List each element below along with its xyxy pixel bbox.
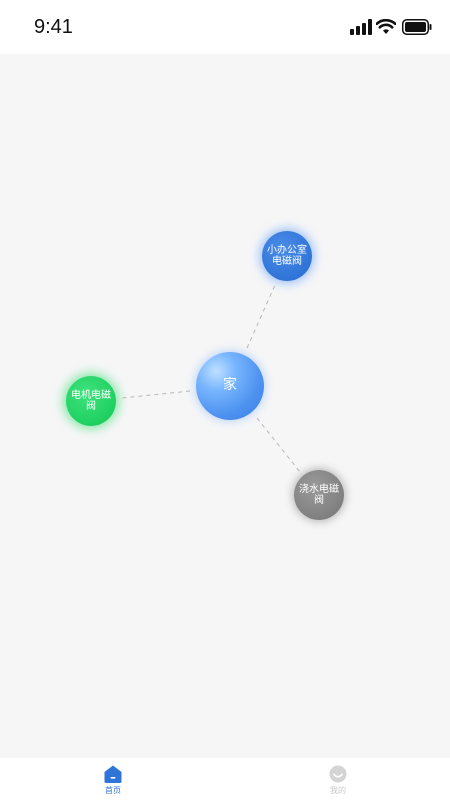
- node-water-valve-label: 浇水电磁阀: [299, 484, 339, 506]
- link-motor: [121, 390, 191, 399]
- link-water: [256, 417, 301, 473]
- home-icon: [104, 765, 122, 783]
- link-office: [246, 284, 276, 349]
- node-home[interactable]: 家: [196, 352, 264, 420]
- signal-icon: [350, 19, 372, 35]
- node-home-label: 家: [223, 377, 237, 394]
- node-motor-valve[interactable]: 电机电磁阀: [66, 376, 116, 426]
- tab-mine[interactable]: 我的: [308, 764, 368, 798]
- wifi-icon: [376, 19, 396, 34]
- status-time: 9:41: [34, 16, 73, 38]
- tab-home[interactable]: 首页: [83, 764, 143, 798]
- tab-mine-label: 我的: [330, 786, 346, 795]
- device-graph-canvas: 家 小办公室电磁阀 电机电磁阀 浇水电磁阀: [0, 54, 450, 758]
- node-office-valve[interactable]: 小办公室电磁阀: [262, 231, 312, 281]
- node-office-valve-label: 小办公室电磁阀: [267, 245, 307, 267]
- battery-icon: [402, 19, 432, 35]
- node-water-valve[interactable]: 浇水电磁阀: [294, 470, 344, 520]
- tab-bar: 首页 我的: [0, 758, 450, 800]
- user-icon: [329, 765, 347, 783]
- status-bar: 9:41: [0, 0, 450, 54]
- node-motor-valve-label: 电机电磁阀: [71, 390, 111, 412]
- tab-home-label: 首页: [105, 786, 121, 795]
